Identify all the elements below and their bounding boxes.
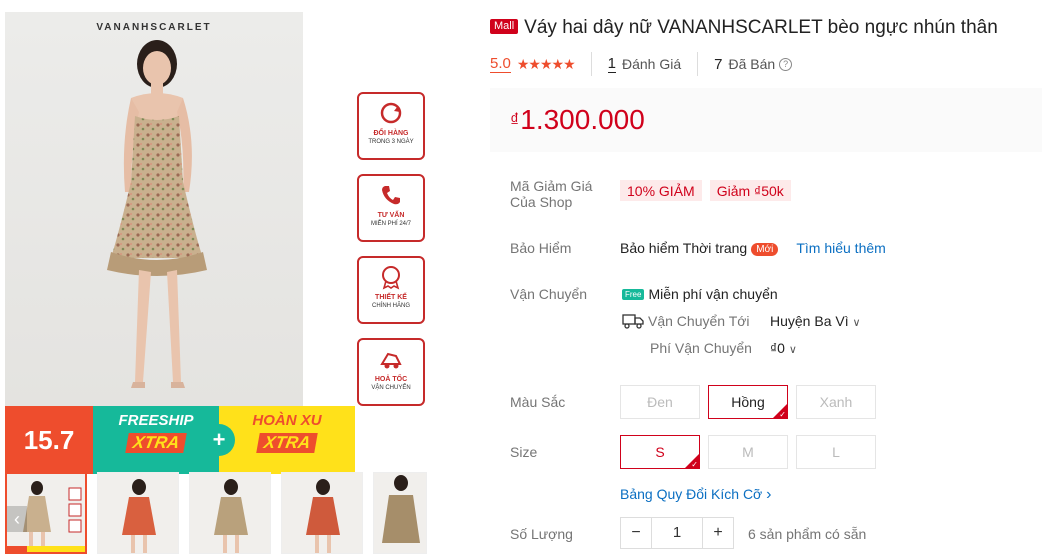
currency-symbol: ₫ xyxy=(510,109,520,130)
certificate-icon xyxy=(382,266,400,290)
refresh-icon xyxy=(380,102,402,124)
badge-line1: HOẢ TỐC xyxy=(374,376,408,383)
voucher-tag[interactable]: 10% GIẢM xyxy=(620,180,702,201)
size-option-m[interactable]: M xyxy=(708,435,788,469)
plus-icon: + xyxy=(203,424,235,456)
quantity-stepper: − 1 + xyxy=(620,517,734,549)
rating-row: 5.0 ★★★★★ 1 Đánh Giá 7 Đã Bán ? xyxy=(490,52,1042,76)
product-info-panel: Mall Váy hai dây nữ VANANHSCARLET bèo ngự… xyxy=(490,14,1042,549)
free-shipping: Free Miễn phí vận chuyển xyxy=(622,286,778,302)
ship-to-value: Huyện Ba Vì xyxy=(770,313,849,329)
size-chart-text: Bảng Quy Đổi Kích Cỡ xyxy=(620,486,763,502)
stock-info: 6 sản phẩm có sẵn xyxy=(748,526,867,542)
insurance-value-group: Bảo hiểm Thời trang Mới Tìm hiểu thêm xyxy=(620,240,886,256)
badge-exchange: ĐỔI HÀNG TRONG 3 NGÀY xyxy=(357,92,425,160)
rating-stars: ★★★★★ xyxy=(516,55,576,72)
badge-line1: ĐỔI HÀNG xyxy=(373,130,409,137)
increase-button[interactable]: + xyxy=(702,517,734,549)
badge-line2: CHÍNH HÃNG xyxy=(371,303,410,309)
size-option-s[interactable]: S xyxy=(620,435,700,471)
price-box: ₫ 1.300.000 xyxy=(490,88,1042,152)
shipping-label: Vận Chuyển xyxy=(510,286,588,302)
color-option-den[interactable]: Đen xyxy=(620,385,700,419)
ship-to-selector[interactable]: Huyện Ba Vì ∨ xyxy=(770,313,861,329)
freeship-label: FREESHIP xyxy=(118,412,194,429)
free-shipping-icon: Free xyxy=(622,289,645,300)
truck-icon xyxy=(622,314,644,329)
promo-banner: 15.7 FREESHIP XTRA HOÀN XU XTRA + xyxy=(5,406,355,474)
badge-delivery: HOẢ TỐC VẬN CHUYỂN xyxy=(357,338,425,406)
sold-label: Đã Bán xyxy=(728,56,776,72)
chevron-right-icon: › xyxy=(766,486,772,503)
badge-line1: TƯ VẤN xyxy=(377,212,405,219)
gallery-prev-button[interactable]: ‹ xyxy=(7,506,27,532)
hoanxu-xtra-label: XTRA xyxy=(256,433,318,453)
product-title: Váy hai dây nữ VANANHSCARLET bèo ngực nh… xyxy=(524,17,998,38)
thumbnail[interactable] xyxy=(97,472,179,554)
badge-consult: TƯ VẤN MIỄN PHÍ 24/7 xyxy=(357,174,425,242)
phone-icon xyxy=(382,186,400,205)
size-option-l[interactable]: L xyxy=(796,435,876,469)
free-shipping-text: Miễn phí vận chuyển xyxy=(648,286,778,302)
product-price: 1.300.000 xyxy=(520,104,645,135)
ship-fee-label: Phí Vận Chuyển xyxy=(650,340,752,356)
badge-line2: MIỄN PHÍ 24/7 xyxy=(370,221,411,227)
quantity-input[interactable]: 1 xyxy=(652,517,702,549)
hoanxu-label: HOÀN XU xyxy=(252,412,322,429)
badge-line2: TRONG 3 NGÀY xyxy=(368,139,414,145)
ship-to: Vận Chuyển Tới xyxy=(622,313,750,329)
review-count[interactable]: 1 xyxy=(607,55,616,73)
thumbnail[interactable] xyxy=(189,472,271,554)
learn-more-link[interactable]: Tìm hiểu thêm xyxy=(796,240,885,256)
help-icon[interactable]: ? xyxy=(779,57,793,71)
thumbnail[interactable] xyxy=(281,472,363,554)
ship-fee-selector[interactable]: ₫0 ∨ xyxy=(770,340,797,356)
divider xyxy=(697,52,699,76)
color-option-hong[interactable]: Hồng xyxy=(708,385,788,421)
promo-hoanxu: HOÀN XU XTRA xyxy=(219,406,355,474)
voucher-tag[interactable]: Giảm ₫50k xyxy=(709,180,791,201)
chevron-down-icon: ∨ xyxy=(852,317,861,329)
size-chart-link[interactable]: Bảng Quy Đổi Kích Cỡ › xyxy=(620,486,771,504)
product-gallery: VANANHSCARLET ĐỔI HÀNG TRONG 3 NGÀY TƯ V… xyxy=(5,12,443,554)
chevron-down-icon: ∨ xyxy=(788,344,797,356)
new-badge: Mới xyxy=(751,243,779,256)
ship-to-label: Vận Chuyển Tới xyxy=(648,313,750,329)
insurance-value: Bảo hiểm Thời trang xyxy=(620,240,748,256)
quantity-label: Số Lượng xyxy=(510,526,573,542)
color-option-xanh[interactable]: Xanh xyxy=(796,385,876,419)
voucher-label: Mã Giảm Giá Của Shop xyxy=(510,178,593,210)
review-label: Đánh Giá xyxy=(621,56,682,72)
voucher-list: 10% GIẢM Giảm ₫50k xyxy=(620,180,799,201)
mall-badge: Mall xyxy=(490,19,519,34)
badge-line1: THIẾT KẾ xyxy=(375,294,407,301)
rating-score[interactable]: 5.0 xyxy=(490,55,511,73)
thumbnail[interactable] xyxy=(373,472,427,554)
ship-fee-value: ₫0 xyxy=(770,340,785,356)
badge-authentic: THIẾT KẾ CHÍNH HÃNG xyxy=(357,256,425,324)
service-badges: ĐỔI HÀNG TRONG 3 NGÀY TƯ VẤN MIỄN PHÍ 24… xyxy=(357,92,425,420)
product-title-row: Mall Váy hai dây nữ VANANHSCARLET bèo ngự… xyxy=(490,14,1042,42)
delivery-icon xyxy=(380,352,402,369)
color-label: Màu Sắc xyxy=(510,394,566,410)
divider xyxy=(590,52,592,76)
decrease-button[interactable]: − xyxy=(620,517,652,549)
badge-line2: VẬN CHUYỂN xyxy=(371,385,411,391)
freeship-xtra-label: XTRA xyxy=(125,433,187,453)
insurance-label: Bảo Hiểm xyxy=(510,240,572,256)
size-label: Size xyxy=(510,444,538,460)
model-figure xyxy=(107,40,207,388)
thumbnail-strip xyxy=(5,472,427,554)
sold-count: 7 xyxy=(714,55,723,73)
promo-date: 15.7 xyxy=(5,406,93,474)
promo-freeship: FREESHIP XTRA xyxy=(93,406,219,474)
main-product-image[interactable]: VANANHSCARLET xyxy=(5,12,303,406)
